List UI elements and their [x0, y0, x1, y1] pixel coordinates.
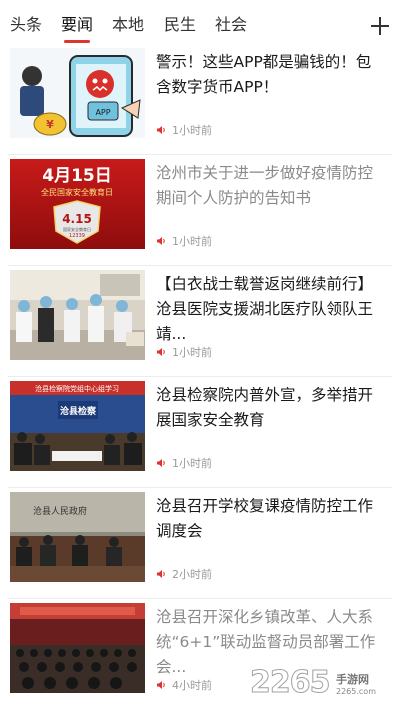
- active-tab-indicator: [64, 40, 90, 43]
- watermark-url: 2265.com: [336, 687, 376, 696]
- news-meta: 4小时前: [156, 679, 212, 693]
- thumb-wall-text: 沧县人民政府: [33, 505, 87, 517]
- news-meta: 1小时前: [156, 346, 212, 360]
- site-watermark-logo: 2265 手游网 2265.com: [250, 665, 390, 705]
- thumb-banner: 沧县检察院党组中心组学习: [35, 384, 119, 393]
- audio-speaker-icon[interactable]: [156, 347, 166, 357]
- audio-speaker-icon[interactable]: [156, 236, 166, 246]
- watermark-name: 手游网: [336, 673, 369, 686]
- news-title[interactable]: 沧州市关于进一步做好疫情防控期间个人防护的告知书: [156, 161, 386, 211]
- news-title[interactable]: 沧县召开学校复课疫情防控工作调度会: [156, 494, 386, 544]
- news-meta: 1小时前: [156, 457, 212, 471]
- news-title[interactable]: 沧县检察院内普外宣，多举措开展国家安全教育: [156, 383, 386, 433]
- news-time: 1小时前: [172, 346, 212, 359]
- thumb-phone: 12339: [69, 233, 85, 239]
- news-thumbnail: APP ¥: [10, 48, 145, 138]
- channel-tab-bar: 头条 要闻 本地 民生 社会: [0, 0, 400, 44]
- news-thumbnail: [10, 603, 145, 693]
- audio-speaker-icon[interactable]: [156, 680, 166, 690]
- news-meta: 2小时前: [156, 568, 212, 582]
- news-item[interactable]: 沧县人民政府 沧县召开学校复课疫情防控工作调度会 2小时前: [0, 488, 400, 599]
- watermark-number: 2265: [250, 665, 331, 701]
- news-item[interactable]: 4月15日 全民国家安全教育日 4.15 国家安全教育日 12339 沧州市关于…: [0, 155, 400, 266]
- news-item[interactable]: APP ¥ 警示！这些APP都是骗钱的！包含数字货币APP！ 1小时前: [0, 44, 400, 155]
- thumb-subtitle: 全民国家安全教育日: [41, 187, 113, 197]
- tab-local[interactable]: 本地: [112, 14, 144, 36]
- tab-headlines[interactable]: 头条: [10, 14, 42, 36]
- news-time: 4小时前: [172, 679, 212, 692]
- news-thumbnail: 4月15日 全民国家安全教育日 4.15 国家安全教育日 12339: [10, 159, 145, 249]
- tab-livelihood[interactable]: 民生: [164, 14, 196, 36]
- tab-society[interactable]: 社会: [215, 14, 247, 36]
- thumb-small-caption: 国家安全教育日: [63, 226, 91, 232]
- news-title[interactable]: 警示！这些APP都是骗钱的！包含数字货币APP！: [156, 50, 386, 100]
- thumb-app-label: APP: [95, 108, 110, 117]
- news-thumbnail: 沧县检察院党组中心组学习 沧县检察: [10, 381, 145, 471]
- audio-speaker-icon[interactable]: [156, 458, 166, 468]
- thumb-number: 4.15: [62, 212, 92, 226]
- news-meta: 1小时前: [156, 235, 212, 249]
- news-meta: 1小时前: [156, 124, 212, 138]
- add-channel-plus-icon[interactable]: [366, 12, 394, 40]
- news-time: 1小时前: [172, 457, 212, 470]
- news-item[interactable]: 沧县检察院党组中心组学习 沧县检察 沧县检察院内普外宣，多举措开展国家安全教育 …: [0, 377, 400, 488]
- news-item[interactable]: 【白衣战士载誉返岗继续前行】沧县医院支援湖北医疗队领队王靖... 1小时前: [0, 266, 400, 377]
- tab-important-news[interactable]: 要闻: [61, 14, 93, 36]
- svg-text:¥: ¥: [46, 118, 54, 131]
- news-time: 1小时前: [172, 235, 212, 248]
- news-thumbnail: [10, 270, 145, 360]
- audio-speaker-icon[interactable]: [156, 125, 166, 135]
- audio-speaker-icon[interactable]: [156, 569, 166, 579]
- thumb-sign: 沧县检察: [60, 405, 97, 417]
- news-time: 2小时前: [172, 568, 212, 581]
- thumb-date: 4月15日: [42, 166, 112, 186]
- news-title[interactable]: 【白衣战士载誉返岗继续前行】沧县医院支援湖北医疗队领队王靖...: [156, 272, 386, 347]
- news-thumbnail: 沧县人民政府: [10, 492, 145, 582]
- news-time: 1小时前: [172, 124, 212, 137]
